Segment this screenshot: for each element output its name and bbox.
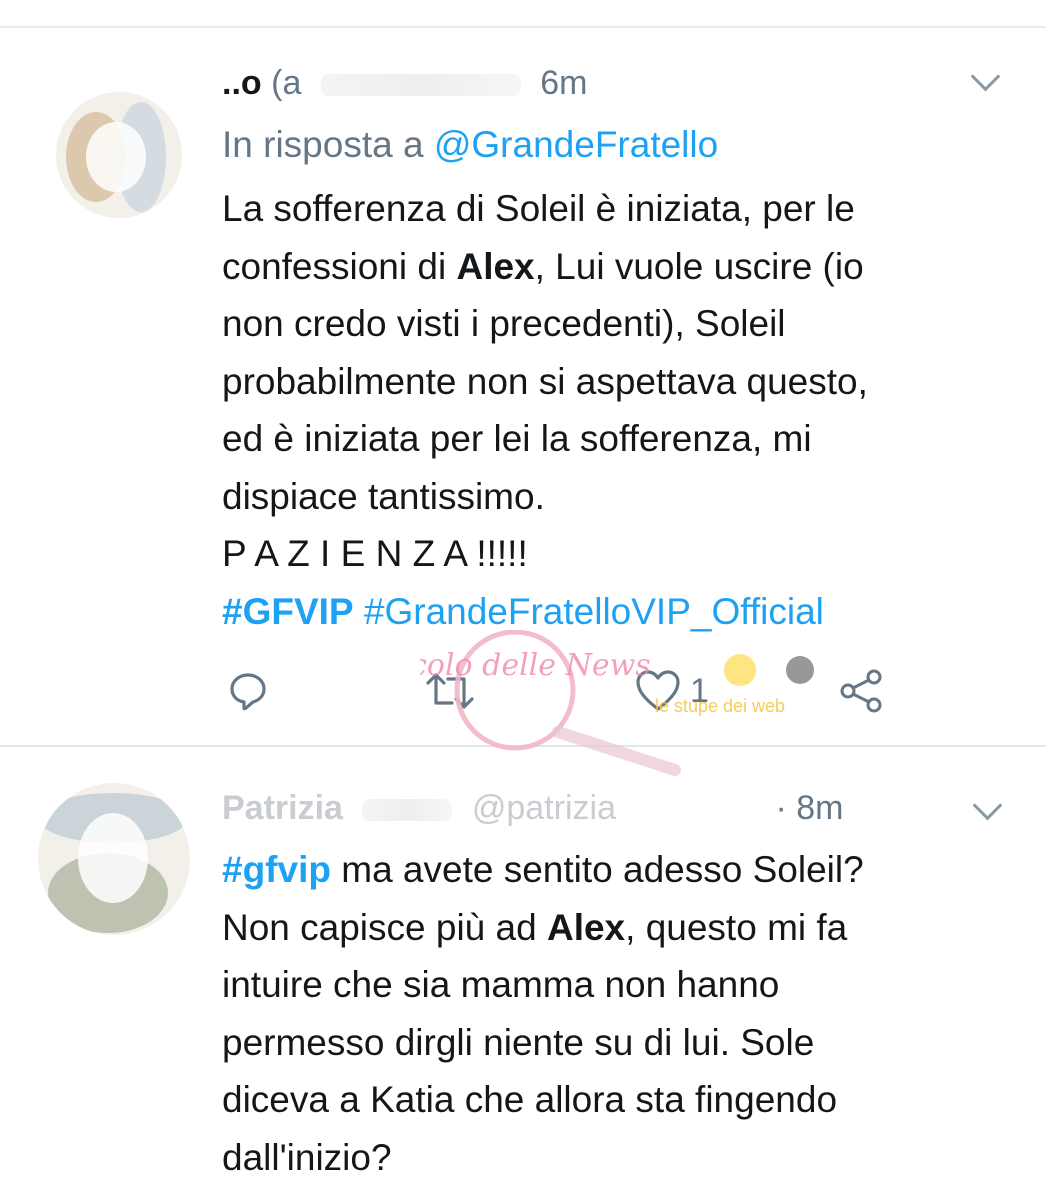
like-button[interactable]: 1	[634, 666, 709, 716]
hashtag-link[interactable]: #GrandeFratelloVIP_Official	[364, 591, 824, 632]
timestamp[interactable]: · 8m	[775, 789, 843, 827]
retweet-button[interactable]	[422, 666, 478, 716]
tweet-actions: 1	[222, 666, 902, 716]
text-line: non credo visti i precedenti), Soleil	[222, 303, 786, 344]
text-line: La sofferenza di Soleil è iniziata, per …	[222, 188, 855, 229]
tweet-text: La sofferenza di Soleil è iniziata, per …	[222, 180, 1012, 640]
text-span: , Lui vuole uscire (io	[534, 245, 864, 287]
author-name[interactable]: Patrizia	[222, 789, 343, 827]
text-line: dall'inizio?	[222, 1136, 392, 1178]
hashtag-line: #GFVIP #GrandeFratelloVIP_Official	[222, 583, 1012, 641]
text-line: intuire che sia mamma non hanno	[222, 964, 780, 1005]
chevron-down-icon[interactable]	[970, 61, 1001, 92]
avatar[interactable]	[38, 783, 190, 935]
bold-mention: Alex	[546, 906, 626, 948]
text-line: confessioni di Alex, Lui vuole uscire (i…	[222, 238, 1012, 296]
hashtag-link[interactable]: #GFVIP	[222, 591, 354, 632]
author-handle[interactable]: (a	[271, 64, 301, 102]
top-divider	[0, 26, 1046, 28]
text-line: dispiace tantissimo.	[222, 475, 545, 517]
reply-context: In risposta a @GrandeFratello	[222, 124, 718, 166]
retweet-icon	[426, 673, 474, 709]
tweet-text: #gfvip ma avete sentito adesso Soleil? N…	[222, 841, 1012, 1186]
text-span: , questo mi fa	[625, 906, 848, 948]
reply-icon	[230, 673, 266, 711]
reply-button[interactable]	[226, 666, 270, 716]
text-line: Non capisce più ad Alex, questo mi fa	[222, 899, 1012, 957]
tweet-1[interactable]: ..o (a 6m In risposta a @GrandeFratello …	[0, 30, 1046, 745]
tweet-header: ..o (a 6m	[222, 64, 588, 103]
tweet-header: Patrizia @patrizia · 8m	[222, 789, 843, 828]
text-span: Non capisce più ad	[222, 906, 537, 948]
redacted-area	[362, 799, 453, 822]
timestamp[interactable]: 6m	[540, 64, 587, 102]
text-line: #gfvip ma avete sentito adesso Soleil?	[222, 841, 1012, 899]
like-count: 1	[690, 671, 709, 710]
reply-prefix: In risposta a	[222, 124, 424, 165]
text-line: permesso dirgli niente su di lui. Sole	[222, 1021, 815, 1063]
author-name[interactable]: ..o	[222, 64, 262, 102]
text-span: ma avete sentito adesso Soleil?	[330, 849, 864, 890]
bold-mention: Alex	[456, 245, 535, 287]
tweet-2[interactable]: Patrizia @patrizia · 8m #gfvip ma avete …	[0, 747, 1046, 1200]
text-line: P A Z I E N Z A !!!!!	[222, 533, 528, 574]
chevron-down-icon[interactable]	[972, 790, 1003, 821]
text-line: ed è iniziata per lei la sofferenza, mi	[222, 418, 812, 459]
text-span: confessioni di	[222, 245, 447, 287]
heart-icon	[636, 670, 680, 711]
hashtag-link[interactable]: #gfvip	[222, 849, 331, 890]
avatar[interactable]	[56, 92, 182, 218]
share-button[interactable]	[838, 666, 884, 716]
text-line: diceva a Katia che allora sta fingendo	[222, 1079, 838, 1120]
reply-to-link[interactable]: @GrandeFratello	[434, 124, 718, 165]
author-handle[interactable]: @patrizia	[472, 789, 616, 827]
redacted-area	[320, 74, 521, 97]
share-icon	[840, 669, 882, 713]
text-line: probabilmente non si aspettava questo,	[222, 360, 868, 402]
